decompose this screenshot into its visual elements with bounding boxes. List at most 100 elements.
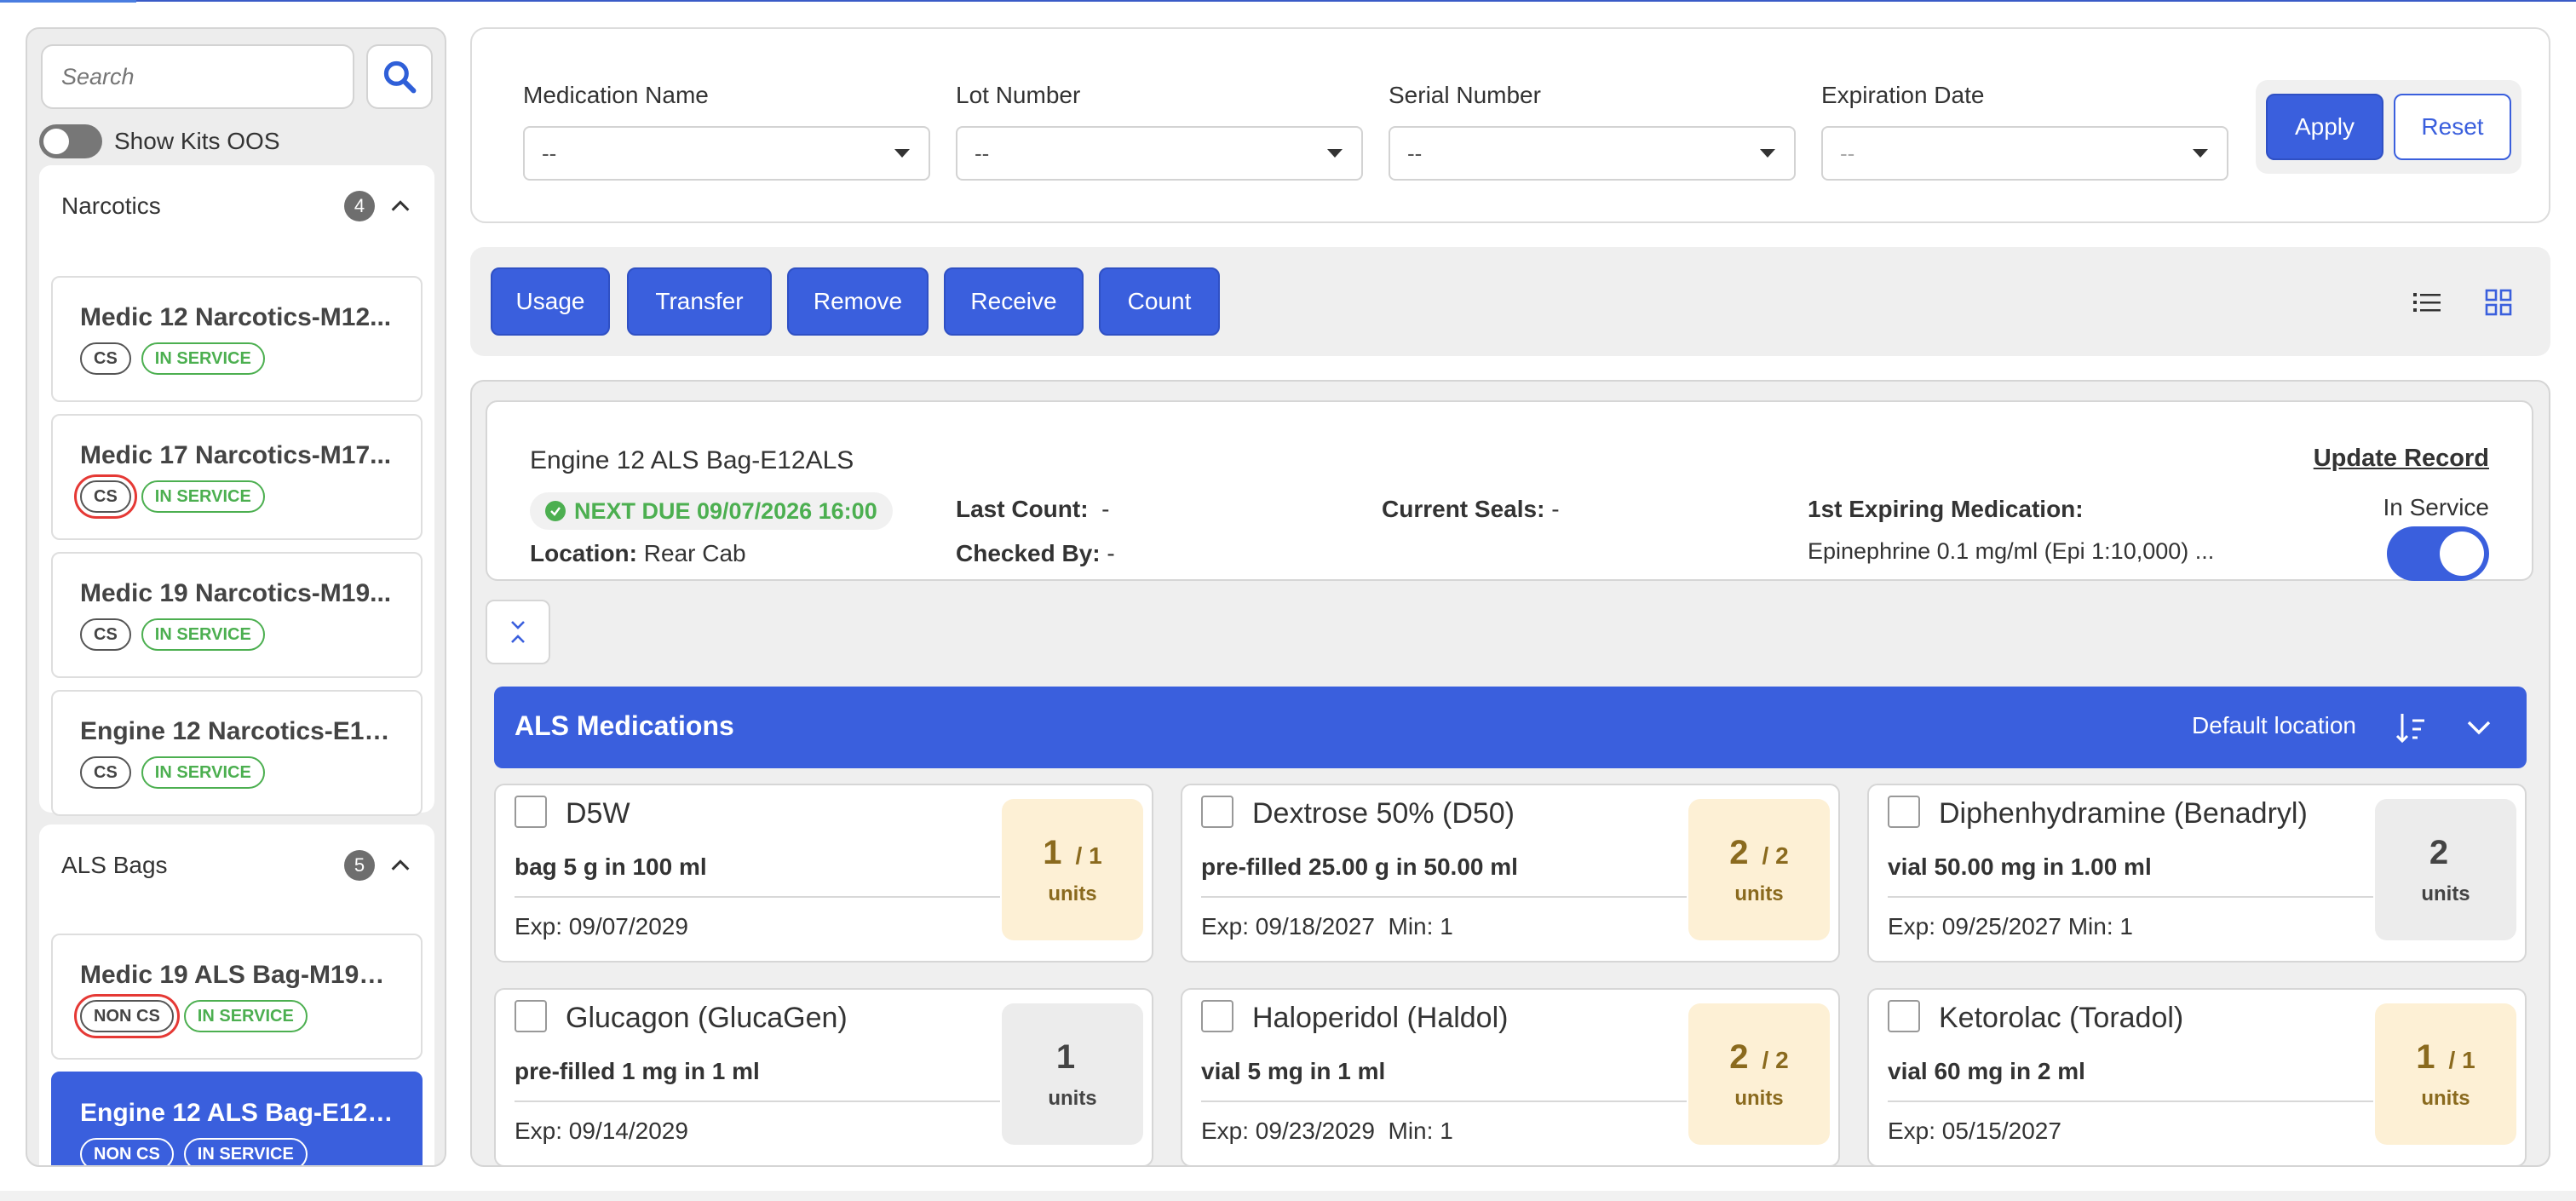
location-label: Location: [530,540,637,566]
count-button[interactable]: Count [1099,267,1220,336]
select-value: -- [1407,140,1423,166]
units-badge: 1 / 1 units [2375,1003,2516,1145]
apply-button[interactable]: Apply [2266,94,2383,160]
medication-card-glucagon[interactable]: Glucagon (GlucaGen) pre-filled 1 mg in 1… [494,988,1153,1165]
chevron-up-icon[interactable] [388,194,412,218]
medication-card-haloperidol[interactable]: Haloperidol (Haldol) vial 5 mg in 1 ml E… [1181,988,1840,1165]
medication-description: vial 60 mg in 2 ml [1888,1058,2085,1084]
update-record-link[interactable]: Update Record [2314,445,2489,473]
medication-description: pre-filled 1 mg in 1 ml [515,1058,760,1084]
usage-button[interactable]: Usage [491,267,610,336]
group-header-als-bags[interactable]: ALS Bags 5 [39,825,434,906]
divider [1201,896,1687,898]
current-seals-line: Current Seals: - [1382,496,1560,523]
serial-number-select[interactable]: -- [1389,126,1796,181]
medication-name-select[interactable]: -- [523,126,930,181]
medication-checkbox[interactable] [515,1000,547,1032]
medication-checkbox[interactable] [1201,1000,1233,1032]
search-button[interactable] [366,44,433,109]
group-als-bags: ALS Bags 5 Medic 19 ALS Bag-M19ALS NON C… [39,825,434,1165]
qty: 1 [2416,1037,2435,1076]
expiration-date-select[interactable]: -- [1821,126,2228,181]
kit-tags: CS IN SERVICE [74,474,394,519]
qty: 1 [1043,833,1062,871]
remove-button[interactable]: Remove [787,267,929,336]
grid-view-button[interactable] [2481,284,2516,320]
checked-by-value: - [1107,540,1115,566]
medication-checkbox[interactable] [1888,796,1920,828]
kit-status-tag: IN SERVICE [141,756,265,789]
medication-checkbox[interactable] [515,796,547,828]
kit-card-medic-12-narcotics[interactable]: Medic 12 Narcotics-M12... CS IN SERVICE [51,276,423,402]
kit-tags: CS IN SERVICE [80,618,394,651]
chevron-up-icon[interactable] [388,853,412,877]
toggle-knob [2440,532,2484,576]
kit-type-tag: CS [80,342,131,375]
receive-button[interactable]: Receive [944,267,1084,336]
current-seals-label: Current Seals: [1382,496,1545,522]
filter-label: Medication Name [523,82,709,108]
default-location-button[interactable]: Default location [2192,712,2356,739]
kit-info-card: Engine 12 ALS Bag-E12ALS NEXT DUE 09/07/… [486,400,2533,581]
search-icon [383,60,417,94]
units-badge: 1 units [1002,1003,1143,1145]
qty: 1 [1055,1037,1076,1076]
in-service-toggle[interactable] [2387,526,2489,581]
kit-name: Engine 12 Narcotics-E12... [80,717,394,745]
lot-number-select[interactable]: -- [956,126,1363,181]
location-line: Location: Rear Cab [530,540,746,567]
filter-serial-number: Serial Number -- [1389,82,1796,181]
medication-card-dextrose[interactable]: Dextrose 50% (D50) pre-filled 25.00 g in… [1181,784,1840,963]
group-header-right: 5 [344,850,412,881]
kit-type-tag: NON CS [74,994,180,1038]
chevron-down-icon[interactable] [2462,710,2496,744]
caret-down-icon [894,149,910,158]
divider [515,896,1000,898]
reset-button[interactable]: Reset [2394,94,2511,160]
medication-description: bag 5 g in 100 ml [515,853,707,880]
units-badge: 1 / 1 units [1002,799,1143,940]
medication-checkbox[interactable] [1201,796,1233,828]
collapse-button[interactable] [486,600,550,664]
kit-card-medic-19-narcotics[interactable]: Medic 19 Narcotics-M19... CS IN SERVICE [51,552,423,678]
sort-icon[interactable] [2395,709,2433,746]
medication-card-d5w[interactable]: D5W bag 5 g in 100 ml Exp: 09/07/2029 1 /… [494,784,1153,963]
medication-name: D5W [566,797,630,830]
kit-card-medic-17-narcotics[interactable]: Medic 17 Narcotics-M17... CS IN SERVICE [51,414,423,540]
filter-label: Expiration Date [1821,82,1985,108]
medication-name: Dextrose 50% (D50) [1252,797,1515,830]
medication-expiration: Exp: 09/18/2027 Min: 1 [1201,913,1453,940]
medication-description: pre-filled 25.00 g in 50.00 ml [1201,853,1518,880]
medication-checkbox[interactable] [1888,1000,1920,1032]
group-header-narcotics[interactable]: Narcotics 4 [39,165,434,247]
expiration-text: Exp: 05/15/2027 [1888,1118,2061,1144]
show-oos-toggle[interactable] [39,124,102,158]
medication-expiration: Exp: 09/07/2029 [515,913,702,940]
units-count: 1 / 1 [1043,834,1101,872]
units-label: units [1734,1086,1784,1110]
last-count-value: - [1101,496,1110,522]
checked-by-line: Checked By: - [956,540,1115,567]
kit-sidebar: Show Kits OOS Narcotics 4 Medic 12 Narco… [26,27,446,1167]
medication-description: vial 50.00 mg in 1.00 ml [1888,853,2152,880]
list-view-button[interactable] [2409,284,2445,320]
medication-expiration: Exp: 05/15/2027 [1888,1118,2075,1145]
collapse-icon [511,621,525,643]
units-label: units [1734,882,1784,905]
select-value: -- [1840,140,1855,166]
kit-tags: CS IN SERVICE [80,342,394,375]
kit-card-engine-12-narcotics[interactable]: Engine 12 Narcotics-E12... CS IN SERVICE [51,690,423,816]
transfer-button[interactable]: Transfer [627,267,772,336]
kit-card-engine-12-als-selected[interactable]: Engine 12 ALS Bag-E12ALS NON CS IN SERVI… [51,1072,423,1165]
medication-card-diphenhydramine[interactable]: Diphenhydramine (Benadryl) vial 50.00 mg… [1867,784,2527,963]
medication-card-ketorolac[interactable]: Ketorolac (Toradol) vial 60 mg in 2 ml E… [1867,988,2527,1165]
kit-name: Medic 19 Narcotics-M19... [80,579,392,607]
units-label: units [2421,882,2470,905]
kit-name: Medic 12 Narcotics-M12... [80,303,392,331]
units-label: units [1048,882,1097,905]
search-input[interactable] [41,44,354,109]
kit-card-medic-19-als[interactable]: Medic 19 ALS Bag-M19ALS NON CS IN SERVIC… [51,934,423,1060]
qty: 2 [1729,1037,1749,1076]
kit-status-tag: IN SERVICE [183,1000,308,1032]
select-value: -- [542,140,557,166]
